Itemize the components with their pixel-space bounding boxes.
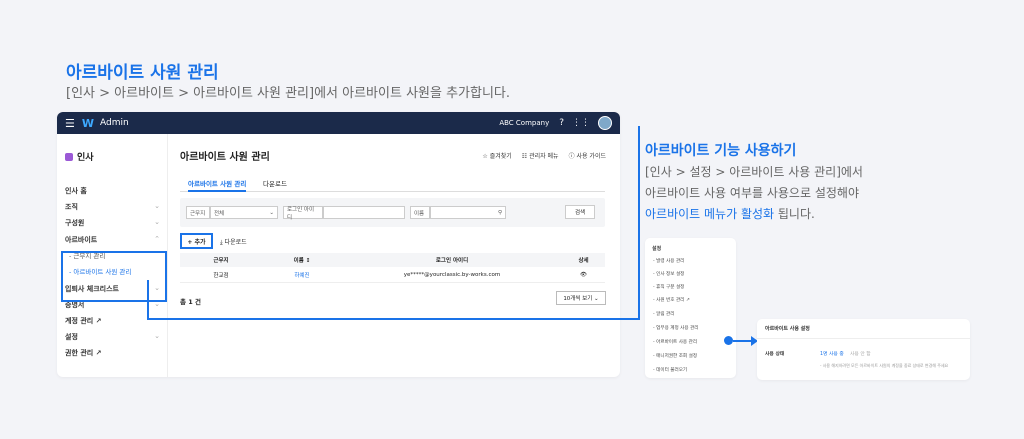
settings-menu-item-parttime[interactable]: - 아르바이트 사용 관리 (653, 339, 697, 345)
sidebar-item-hr-home[interactable]: 인사 홈 (65, 186, 160, 196)
pointer-dot (724, 336, 733, 345)
filter-bar: 근무지 전체 ⌄ 로그인 아이디 이름 ⚲ 검색 (180, 198, 605, 227)
page-actions: ☆ 즐겨찾기 ☷ 관리자 메뉴 ⓘ 사용 가이드 (482, 151, 606, 160)
admin-menu-button[interactable]: ☷ 관리자 메뉴 (522, 151, 559, 160)
hr-icon (65, 152, 73, 161)
chevron-down-icon: ⌄ (154, 218, 160, 226)
settings-menu-item[interactable]: - 휴직 구분 설정 (653, 284, 684, 290)
settings-menu-card: 설정 - 발령 사용 관리 - 인사 정보 설정 - 휴직 구분 설정 - 사원… (645, 238, 736, 378)
total-count: 총 1 건 (180, 298, 202, 306)
usage-option-on[interactable]: 1명 사용 중 (820, 350, 844, 357)
company-name[interactable]: ABC Company (499, 119, 549, 127)
avatar[interactable] (598, 116, 612, 130)
chevron-down-icon: ⌄ (269, 209, 274, 216)
search-button[interactable]: 검색 (565, 205, 595, 219)
usage-setting-title: 아르바이트 사용 설정 (765, 326, 810, 332)
eye-icon[interactable]: 👁 (562, 272, 605, 278)
usage-title: 아르바이트 기능 사용하기 (645, 143, 797, 159)
sidebar-section: 인사 (65, 150, 94, 163)
sidebar-item-parttime[interactable]: 아르바이트 ⌃ (65, 235, 160, 245)
app-name: Admin (100, 118, 129, 128)
sidebar-item-account[interactable]: 계정 관리 ↗ (65, 316, 160, 326)
settings-menu-item[interactable]: - 사원 번호 관리 ↗ (653, 297, 690, 303)
help-icon[interactable]: ? (559, 118, 564, 128)
usage-highlight: 아르바이트 메뉴가 활성화 (645, 207, 775, 221)
usage-description: [인사 > 설정 > 아르바이트 사용 관리]에서 아르바이트 사용 여부를 사… (645, 165, 863, 221)
admin-window: ☰ W Admin ABC Company ? ⋮⋮ 인사 인사 홈 조직 ⌄ 구… (57, 112, 620, 377)
usage-note: - 사용 해지하려면 모든 아르바이트 사원의 계정을 중료 상태로 변경해 주… (820, 363, 949, 368)
guide-button[interactable]: ⓘ 사용 가이드 (569, 151, 606, 160)
workplace-select[interactable]: 전체 ⌄ (210, 206, 278, 219)
login-id-label: 로그인 아이디 (283, 206, 323, 221)
table-row[interactable]: 한교점 하예진 ye*****@yourclassic.by-works.com… (180, 267, 605, 283)
hamburger-icon[interactable]: ☰ (65, 117, 75, 130)
chevron-up-icon: ⌃ (154, 235, 160, 243)
app-logo: W (81, 116, 95, 130)
chevron-down-icon: ⌄ (154, 202, 160, 210)
intro-title: 아르바이트 사원 관리 (66, 63, 219, 83)
name-input[interactable]: ⚲ (430, 206, 506, 219)
search-icon[interactable]: ⚲ (498, 210, 502, 216)
usage-status-label: 사용 상태 (765, 352, 785, 357)
staff-name-link[interactable]: 하예진 (262, 271, 342, 279)
table-header: 근무지 이름 ↕ 로그인 아이디 상세 (180, 253, 605, 267)
settings-menu-title: 설정 (652, 246, 662, 252)
apps-grid-icon[interactable]: ⋮⋮ (572, 118, 590, 128)
staff-table: 근무지 이름 ↕ 로그인 아이디 상세 한교점 하예진 ye*****@your… (180, 253, 605, 283)
connector-line (147, 318, 640, 320)
page-title: 아르바이트 사원 관리 (180, 152, 270, 163)
sidebar-item-settings[interactable]: 설정 ⌄ (65, 332, 160, 342)
usage-setting-card: 아르바이트 사용 설정 사용 상태 1명 사용 중 사용 안 함 - 사용 해지… (757, 319, 970, 380)
add-button[interactable]: + 추가 (180, 233, 213, 249)
settings-menu-item[interactable]: - 업무용 계정 사용 관리 (653, 325, 699, 331)
download-button[interactable]: ⤓ 다운로드 (220, 237, 247, 247)
settings-menu-item[interactable]: - 데이터 불러오기 (653, 367, 687, 373)
highlight-box (61, 251, 167, 302)
sidebar-item-org[interactable]: 조직 ⌄ (65, 202, 160, 212)
sidebar: 인사 인사 홈 조직 ⌄ 구성원 ⌄ 아르바이트 ⌃ - 근무지 관리 - 아르바이트… (57, 134, 168, 377)
tab-bar: 아르바이트 사원 관리 다운로드 (180, 174, 605, 192)
name-label: 이름 (410, 206, 430, 219)
page-size-select[interactable]: 10개씩 보기 ⌄ (556, 291, 606, 305)
connector-line (147, 280, 149, 320)
favorite-button[interactable]: ☆ 즐겨찾기 (482, 151, 511, 160)
tab-download[interactable]: 다운로드 (263, 178, 287, 188)
usage-option-off[interactable]: 사용 안 함 (850, 350, 871, 357)
chevron-down-icon: ⌄ (154, 332, 160, 340)
workplace-label: 근무지 (186, 206, 210, 219)
login-id-input[interactable] (323, 206, 405, 219)
sidebar-item-members[interactable]: 구성원 ⌄ (65, 218, 160, 228)
intro-path: [인사 > 아르바이트 > 아르바이트 사원 관리]에서 아르바이트 사원을 추… (66, 86, 511, 101)
settings-menu-item[interactable]: - 발령 사용 관리 (653, 258, 684, 264)
connector-line (638, 126, 640, 320)
tab-parttime-staff[interactable]: 아르바이트 사원 관리 (188, 178, 247, 192)
settings-menu-item[interactable]: - 매니저권한 조회 설정 (653, 353, 697, 359)
settings-menu-item[interactable]: - 알림 관리 (653, 311, 674, 317)
settings-menu-item[interactable]: - 인사 정보 설정 (653, 271, 684, 277)
top-bar: ☰ W Admin ABC Company ? ⋮⋮ (57, 112, 620, 134)
main-content: 아르바이트 사원 관리 ☆ 즐겨찾기 ☷ 관리자 메뉴 ⓘ 사용 가이드 아르바… (168, 134, 620, 377)
sidebar-item-permissions[interactable]: 권한 관리 ↗ (65, 348, 160, 358)
arrow-line (733, 340, 753, 342)
